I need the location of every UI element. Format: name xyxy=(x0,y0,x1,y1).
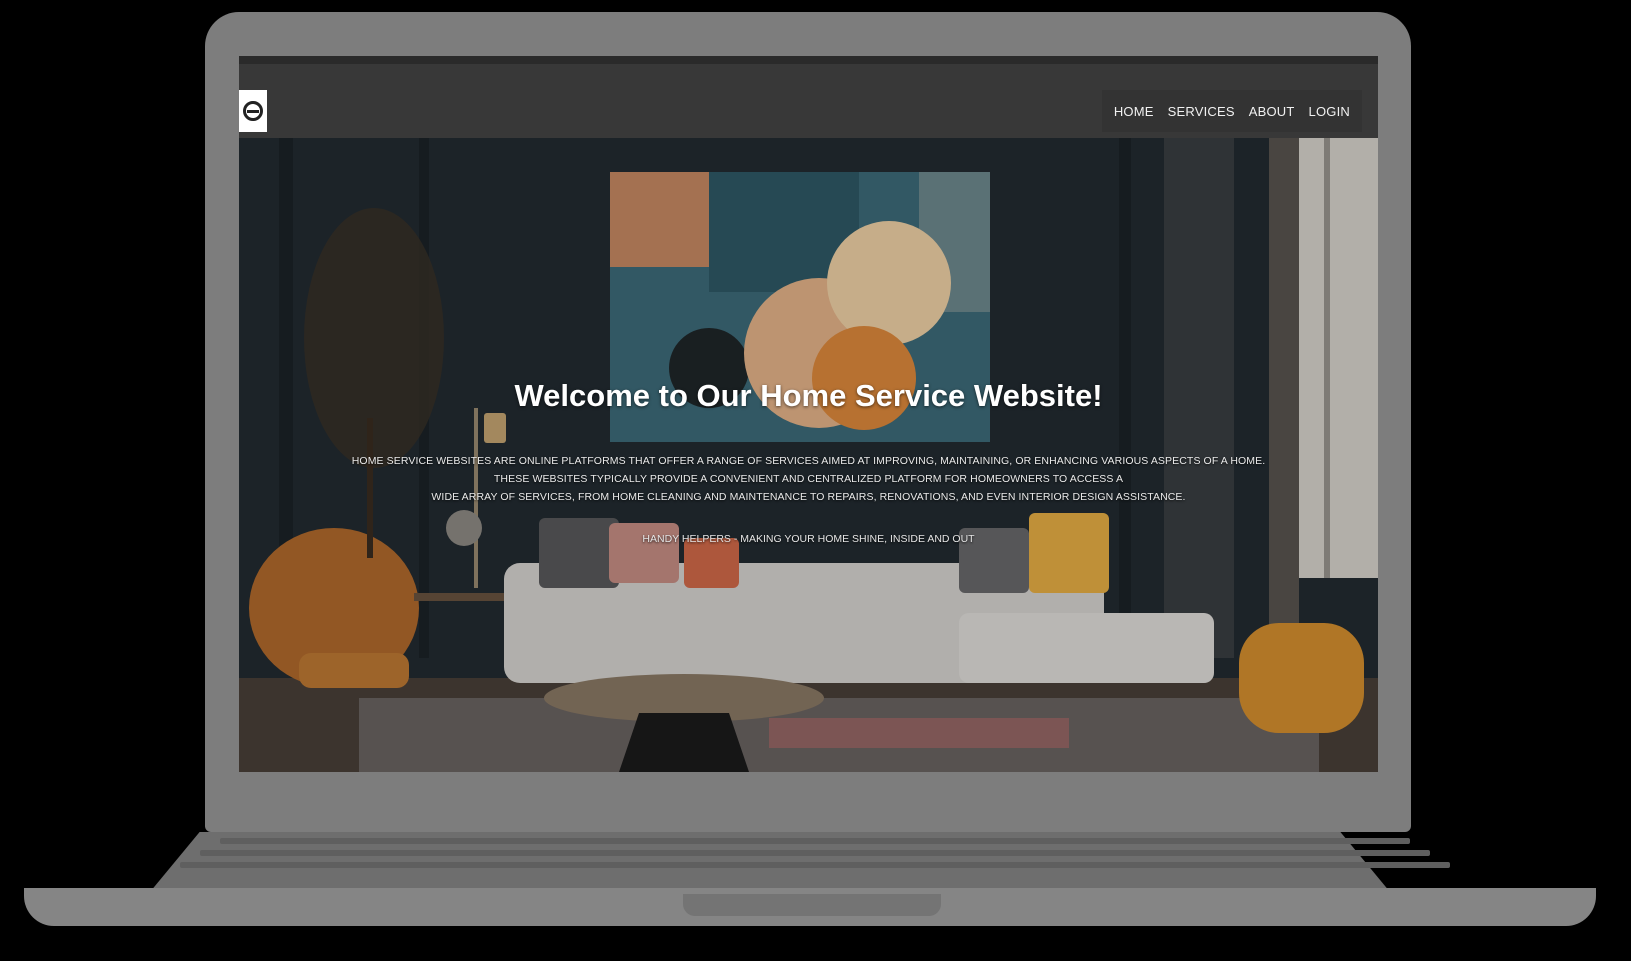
hero-description-line: WIDE ARRAY OF SERVICES, FROM HOME CLEANI… xyxy=(431,491,1186,503)
hero-description-line: HOME SERVICE WEBSITES ARE ONLINE PLATFOR… xyxy=(351,455,1266,467)
hero-description: HOME SERVICE WEBSITES ARE ONLINE PLATFOR… xyxy=(239,452,1378,506)
hero-description-line: THESE WEBSITES TYPICALLY PROVIDE A CONVE… xyxy=(493,473,1124,485)
nav-home-link[interactable]: HOME xyxy=(1114,104,1154,119)
keyboard-row xyxy=(200,850,1430,856)
hero-section: Welcome to Our Home Service Website! HOM… xyxy=(239,138,1378,772)
laptop-screen: HOME SERVICES ABOUT LOGIN Welcome to Our… xyxy=(239,56,1378,772)
hero-title: Welcome to Our Home Service Website! xyxy=(514,378,1103,413)
site-logo[interactable] xyxy=(239,90,267,132)
nav-menu: HOME SERVICES ABOUT LOGIN xyxy=(1101,90,1362,132)
site-navbar: HOME SERVICES ABOUT LOGIN xyxy=(239,64,1378,138)
browser-top-strip xyxy=(239,56,1378,64)
nav-about-link[interactable]: ABOUT xyxy=(1249,104,1295,119)
logo-icon xyxy=(243,101,263,121)
keyboard-row xyxy=(180,862,1450,868)
nav-services-link[interactable]: SERVICES xyxy=(1168,104,1235,119)
hero-tagline: HANDY HELPERS - MAKING YOUR HOME SHINE, … xyxy=(642,533,975,545)
keyboard-row xyxy=(220,838,1410,844)
laptop-trackpad-notch xyxy=(683,894,941,916)
nav-login-link[interactable]: LOGIN xyxy=(1309,104,1350,119)
